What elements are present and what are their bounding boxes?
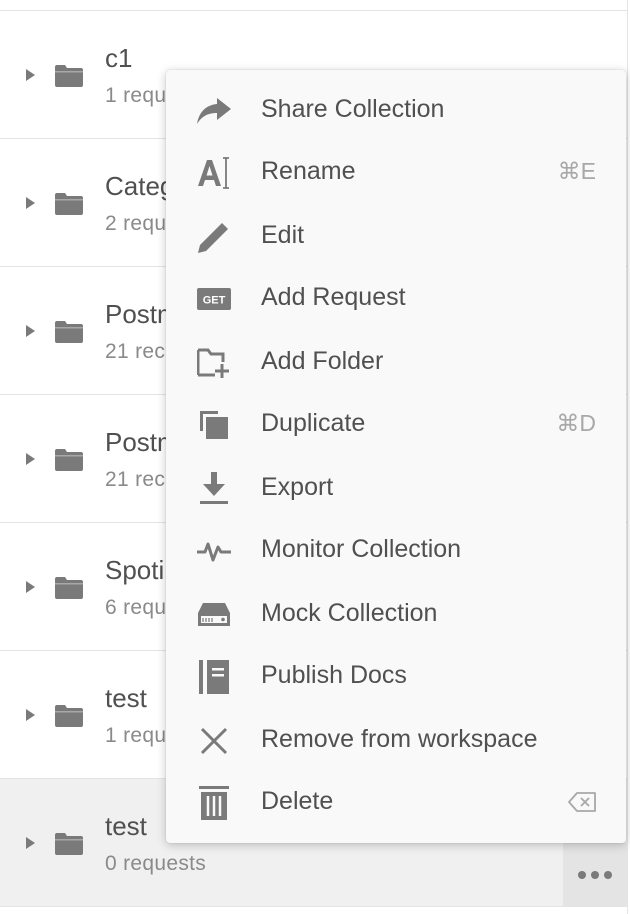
close-x-icon <box>194 723 234 759</box>
more-actions-button[interactable] <box>563 843 627 907</box>
folder-icon <box>55 321 83 343</box>
collection-name: Spoti <box>105 555 165 585</box>
caret-right-icon[interactable] <box>24 325 36 337</box>
menu-item-export[interactable]: Export <box>166 458 626 520</box>
folder-icon <box>55 705 83 727</box>
get-request-icon: GET <box>194 281 234 317</box>
menu-item-label: Delete <box>261 787 334 815</box>
collection-name: c1 <box>105 43 133 73</box>
collection-request-count: 21 rec <box>105 340 166 363</box>
collection-name: test <box>105 811 147 841</box>
menu-item-label: Remove from workspace <box>261 725 538 753</box>
collection-name: test <box>105 683 147 713</box>
collection-request-count: 6 requ <box>105 596 167 619</box>
collection-request-count: 0 requests <box>105 852 207 875</box>
add-folder-icon <box>194 345 234 381</box>
collection-context-menu: Share Collection Rename ⌘E Edit GET Add … <box>166 70 626 843</box>
menu-item-label: Duplicate <box>261 409 366 437</box>
menu-item-publish-docs[interactable]: Publish Docs <box>166 646 626 708</box>
caret-right-icon[interactable] <box>24 709 36 721</box>
folder-icon <box>55 577 83 599</box>
menu-item-remove-from-workspace[interactable]: Remove from workspace <box>166 710 626 772</box>
menu-item-label: Export <box>261 473 334 501</box>
folder-icon <box>55 833 83 855</box>
menu-item-label: Edit <box>261 221 305 249</box>
backspace-key-icon <box>568 792 596 812</box>
collection-name: Categ <box>105 171 175 201</box>
menu-item-monitor-collection[interactable]: Monitor Collection <box>166 520 626 582</box>
keyboard-shortcut: ⌘D <box>556 410 596 436</box>
panel-right-border <box>627 0 628 914</box>
menu-item-duplicate[interactable]: Duplicate ⌘D <box>166 394 626 456</box>
menu-item-label: Add Request <box>261 283 406 311</box>
caret-right-icon[interactable] <box>24 581 36 593</box>
menu-item-label: Publish Docs <box>261 661 407 689</box>
menu-item-edit[interactable]: Edit <box>166 206 626 268</box>
collection-request-count: 1 requ <box>105 724 167 747</box>
ellipsis-icon <box>578 871 612 879</box>
caret-right-icon[interactable] <box>24 837 36 849</box>
caret-right-icon[interactable] <box>24 197 36 209</box>
menu-item-add-folder[interactable]: Add Folder <box>166 332 626 394</box>
collection-request-count: 21 rec <box>105 468 166 491</box>
caret-right-icon[interactable] <box>24 69 36 81</box>
menu-item-label: Monitor Collection <box>261 535 462 563</box>
menu-item-add-request[interactable]: GET Add Request <box>166 268 626 330</box>
download-icon <box>194 471 234 507</box>
folder-icon <box>55 449 83 471</box>
pulse-icon <box>194 533 234 569</box>
menu-item-mock-collection[interactable]: Mock Collection <box>166 584 626 646</box>
menu-item-delete[interactable]: Delete <box>166 772 626 834</box>
menu-item-label: Rename <box>261 157 356 185</box>
keyboard-shortcut: ⌘E <box>557 158 596 184</box>
folder-icon <box>55 65 83 87</box>
menu-item-label: Add Folder <box>261 347 384 375</box>
document-icon <box>194 659 234 695</box>
menu-item-label: Share Collection <box>261 95 445 123</box>
rename-icon <box>194 155 234 191</box>
folder-icon <box>55 193 83 215</box>
menu-item-rename[interactable]: Rename ⌘E <box>166 142 626 204</box>
trash-icon <box>194 785 234 821</box>
server-drive-icon <box>194 597 234 633</box>
duplicate-icon <box>194 407 234 443</box>
caret-right-icon[interactable] <box>24 453 36 465</box>
pencil-icon <box>194 219 234 255</box>
collection-request-count: 2 requ <box>105 212 167 235</box>
svg-text:GET: GET <box>203 295 226 307</box>
menu-item-label: Mock Collection <box>261 599 438 627</box>
menu-item-share-collection[interactable]: Share Collection <box>166 80 626 142</box>
share-arrow-icon <box>194 93 234 129</box>
